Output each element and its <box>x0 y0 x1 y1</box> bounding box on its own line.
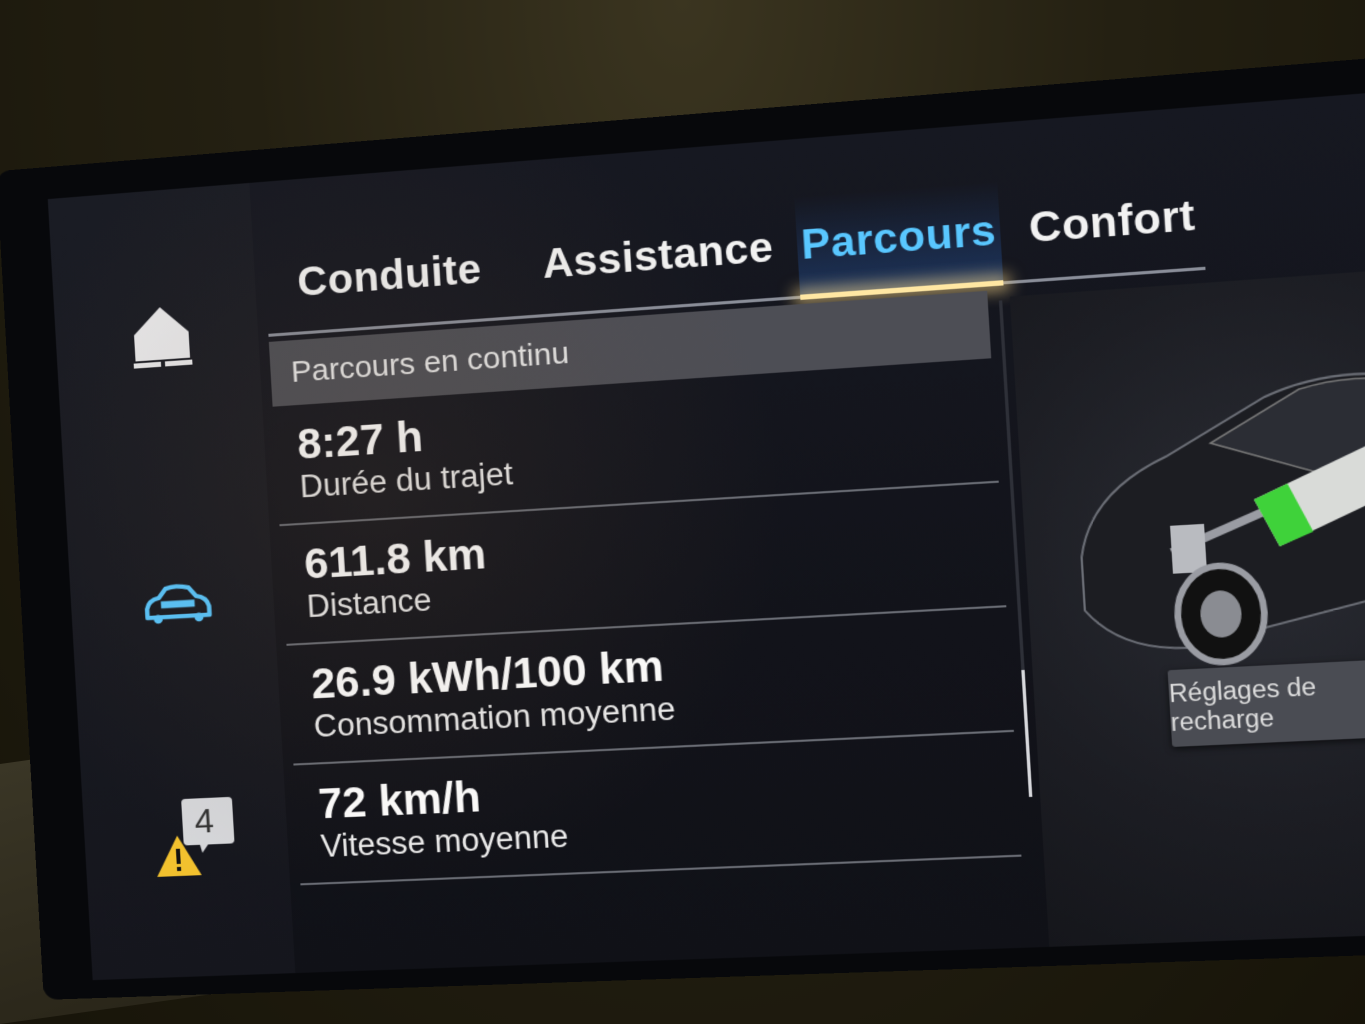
tab-assistance[interactable]: Assistance <box>522 197 795 315</box>
warning-messages-button[interactable]: 4 <box>153 793 235 877</box>
infotainment-screen: 4 Conduite Assistance Parcours Confort P… <box>47 83 1365 981</box>
charging-settings-button[interactable]: Réglages de recharge <box>1167 658 1365 747</box>
vehicle-panel: Réglages de recharge <box>1009 262 1365 947</box>
scrollbar-thumb[interactable] <box>1021 669 1033 797</box>
home-icon[interactable] <box>124 299 199 374</box>
warning-count: 4 <box>193 801 215 841</box>
vehicle-illustration <box>1035 306 1365 686</box>
display-bezel: 4 Conduite Assistance Parcours Confort P… <box>0 45 1365 1000</box>
car-icon[interactable] <box>140 566 215 641</box>
tab-conduite[interactable]: Conduite <box>263 219 517 334</box>
tab-confort[interactable]: Confort <box>1008 165 1216 281</box>
tab-parcours[interactable]: Parcours <box>794 181 1004 296</box>
sidebar: 4 <box>47 182 296 981</box>
scene: 4 Conduite Assistance Parcours Confort P… <box>0 0 1365 1024</box>
trip-stats-list: Parcours en continu 8:27 h Durée du traj… <box>268 290 1026 951</box>
